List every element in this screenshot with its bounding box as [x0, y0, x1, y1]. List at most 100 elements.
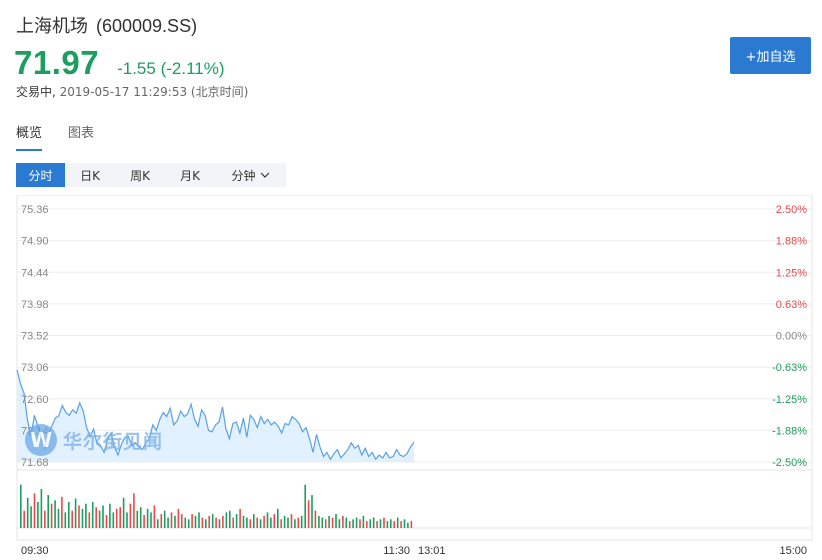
volume-bar [211, 514, 214, 528]
watermark-text: 华尔街见闻 [63, 430, 164, 453]
volume-bar [150, 512, 152, 528]
tab-charts[interactable]: 图表 [68, 122, 94, 151]
volume-bar [390, 519, 392, 528]
volume-bar [133, 493, 135, 528]
volume-bar [263, 515, 265, 528]
trade-timestamp: 2019-05-17 11:29:53 (北京时间) [59, 85, 249, 99]
period-intraday[interactable]: 分时 [16, 163, 65, 187]
volume-bar [40, 489, 43, 528]
volume-bar [194, 515, 197, 528]
percent-tick-label: 1.25% [776, 267, 807, 279]
volume-bar [256, 517, 258, 528]
volume-bar [287, 517, 289, 528]
volume-bar [167, 517, 169, 528]
volume-bar [160, 514, 163, 528]
volume-bar [335, 514, 337, 528]
volume-bar [393, 521, 395, 528]
volume-bar [338, 519, 341, 528]
volume-bar [290, 514, 293, 528]
volume-bar [64, 512, 67, 528]
price-row: 71.97 -1.55 (-2.11%) [14, 44, 225, 82]
volume-bar [187, 519, 190, 528]
volume-bar [143, 515, 145, 528]
volume-bar [112, 512, 115, 528]
period-minute-label: 分钟 [231, 168, 256, 183]
volume-bar [95, 507, 97, 528]
volume-bar [44, 510, 46, 528]
volume-bar [376, 521, 378, 528]
volume-bar [369, 519, 372, 528]
volume-bar [372, 517, 375, 528]
watermark: W 华尔街见闻 [25, 424, 163, 456]
volume-bar [163, 510, 166, 528]
volume-bar [355, 517, 358, 528]
volume-bar [345, 517, 348, 528]
volume-bar [102, 505, 104, 528]
volume-bar [119, 507, 121, 528]
volume-bar [184, 517, 187, 528]
period-weekly-k[interactable]: 周K [115, 163, 165, 187]
volume-bar [259, 519, 262, 528]
period-daily-k[interactable]: 日K [65, 163, 115, 187]
percent-tick-label: 2.50% [776, 204, 807, 216]
volume-bar [78, 505, 80, 528]
volume-bar [304, 484, 306, 528]
volume-bar [225, 512, 228, 528]
time-tick-label: 11:30 [383, 545, 410, 557]
percent-tick-label: -1.25% [772, 394, 807, 406]
volume-bar [33, 493, 36, 528]
price-tick-label: 73.06 [21, 362, 49, 374]
volume-bar [191, 514, 193, 528]
volume-bar [85, 503, 87, 528]
volume-bar [383, 517, 385, 528]
time-tick-label: 13:01 [418, 545, 446, 557]
volume-bar [348, 521, 351, 528]
volume-bar [342, 515, 344, 528]
volume-bar [208, 515, 210, 528]
volume-bar [205, 519, 207, 528]
volume-bar [232, 517, 234, 528]
volume-bar [81, 508, 84, 528]
volume-bar [239, 508, 241, 528]
price-tick-label: 71.68 [21, 457, 49, 469]
add-watchlist-button[interactable]: +加自选 [730, 37, 811, 74]
volume-bar [246, 517, 248, 528]
volume-bar [242, 515, 245, 528]
price-tick-label: 74.44 [21, 267, 49, 279]
volume-bar [174, 515, 176, 528]
volume-bar [47, 495, 49, 528]
volume-bar [352, 519, 354, 528]
period-monthly-k[interactable]: 月K [165, 163, 215, 187]
period-minute[interactable]: 分钟 [215, 163, 286, 187]
volume-bar [198, 512, 200, 528]
volume-bar [407, 522, 409, 528]
volume-bar [153, 505, 156, 528]
percent-tick-label: -0.63% [772, 362, 807, 374]
volume-bar [146, 508, 149, 528]
volume-bar [379, 519, 382, 528]
stock-code: (600009.SS) [96, 16, 198, 36]
period-selector: 分时 日K 周K 月K 分钟 [16, 163, 286, 187]
volume-bar [362, 515, 365, 528]
volume-bar [386, 521, 389, 528]
time-tick-label: 09:30 [21, 545, 49, 557]
volume-bar [54, 500, 56, 528]
volume-bar [410, 521, 413, 528]
tab-overview[interactable]: 概览 [16, 122, 43, 151]
percent-tick-label: 0.00% [776, 331, 807, 343]
intraday-chart[interactable]: 75.3674.9074.4473.9873.5273.0672.6072.14… [0, 195, 822, 560]
volume-bar [277, 508, 279, 528]
volume-bar [129, 503, 132, 528]
volume-bar [403, 519, 406, 528]
volume-bar [37, 502, 39, 528]
price-tick-label: 73.52 [21, 331, 49, 343]
time-tick-label: 15:00 [779, 545, 807, 557]
main-tabs: 概览 图表 [16, 122, 94, 151]
volume-bar [126, 512, 128, 528]
volume-bar [253, 514, 255, 528]
volume-bar [324, 519, 327, 528]
price-tick-label: 72.60 [21, 394, 49, 406]
volume-bar [297, 517, 300, 528]
volume-bar [229, 510, 231, 528]
volume-bar [139, 507, 142, 528]
